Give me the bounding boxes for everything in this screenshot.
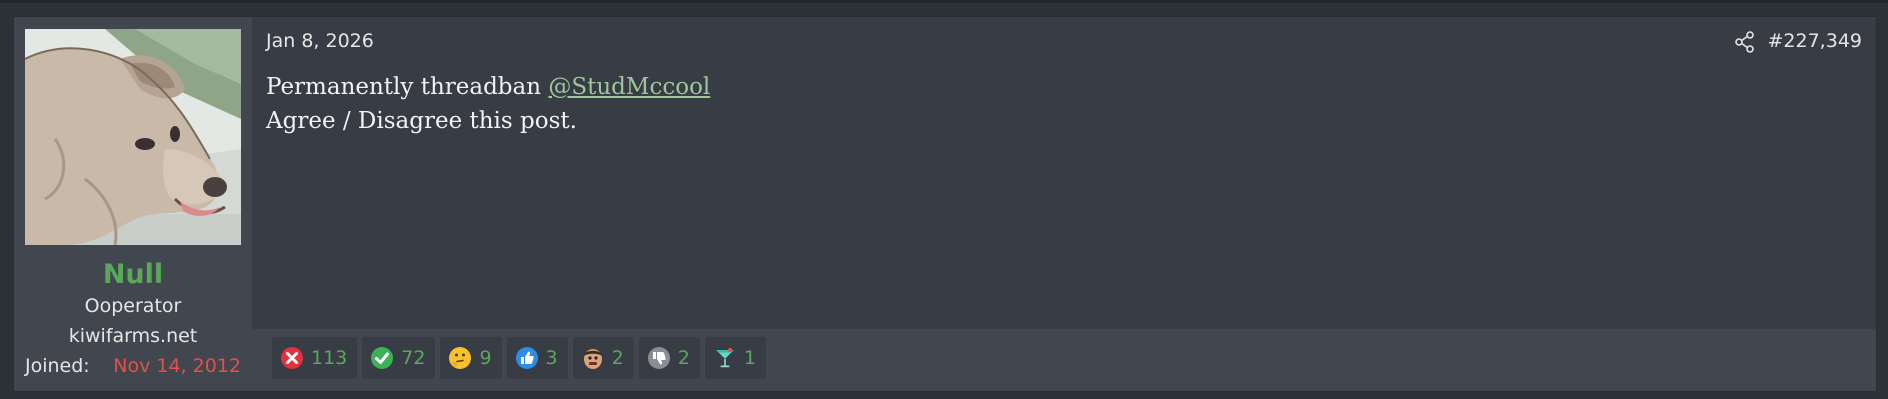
post-date-link[interactable]: Jan 8, 2026 — [266, 30, 374, 52]
avatar[interactable] — [25, 29, 241, 245]
post-content-area: Jan 8, 2026 #227,349 Permanently threadb… — [252, 17, 1876, 391]
user-info-panel: Null Ooperator kiwifarms.net Joined: Nov… — [14, 17, 252, 391]
user-mention-link[interactable]: @StudMccool — [548, 74, 710, 100]
thumbs-down-icon — [647, 346, 671, 370]
check-mark-icon — [370, 346, 394, 370]
thinking-face-icon — [448, 346, 472, 370]
forum-post: Null Ooperator kiwifarms.net Joined: Nov… — [13, 16, 1877, 392]
reaction-count: 113 — [311, 347, 348, 369]
share-icon[interactable] — [1734, 31, 1756, 53]
dog-avatar-illustration — [25, 29, 241, 245]
joined-date: Nov 14, 2012 — [113, 355, 241, 377]
top-divider — [0, 0, 1888, 3]
reactions-bar: 113 72 9 3 2 2 1 — [252, 329, 1876, 391]
face-icon — [581, 346, 605, 370]
thumbs-up-icon — [515, 346, 539, 370]
user-title: Ooperator — [84, 295, 182, 317]
joined-label: Joined: — [25, 355, 90, 377]
reaction-list: 113 72 9 3 2 2 1 — [272, 337, 766, 379]
reaction-agree[interactable]: 72 — [362, 337, 436, 379]
post-line-1: Permanently threadban @StudMccool — [266, 70, 710, 104]
reaction-count: 2 — [677, 347, 690, 369]
post-line-2: Agree / Disagree this post. — [266, 108, 577, 134]
user-site: kiwifarms.net — [68, 325, 198, 347]
reaction-disagree[interactable]: 113 — [272, 337, 358, 379]
reaction-like[interactable]: 3 — [506, 337, 568, 379]
post-body: Permanently threadban @StudMccool Agree … — [266, 70, 710, 138]
reaction-count: 2 — [611, 347, 624, 369]
reaction-cocktail[interactable]: 1 — [704, 337, 766, 379]
reaction-dislike[interactable]: 2 — [638, 337, 700, 379]
post-text-prefix: Permanently threadban — [266, 74, 549, 100]
reaction-thinking[interactable]: 9 — [440, 337, 502, 379]
cocktail-icon — [713, 346, 737, 370]
reaction-count: 9 — [479, 347, 492, 369]
post-number-link[interactable]: #227,349 — [1768, 30, 1863, 52]
reaction-count: 3 — [545, 347, 558, 369]
reaction-count: 72 — [401, 347, 426, 369]
reaction-face[interactable]: 2 — [572, 337, 634, 379]
page: Null Ooperator kiwifarms.net Joined: Nov… — [0, 0, 1888, 399]
username-link[interactable]: Null — [14, 259, 252, 290]
reaction-count: 1 — [743, 347, 756, 369]
x-mark-icon — [280, 346, 304, 370]
